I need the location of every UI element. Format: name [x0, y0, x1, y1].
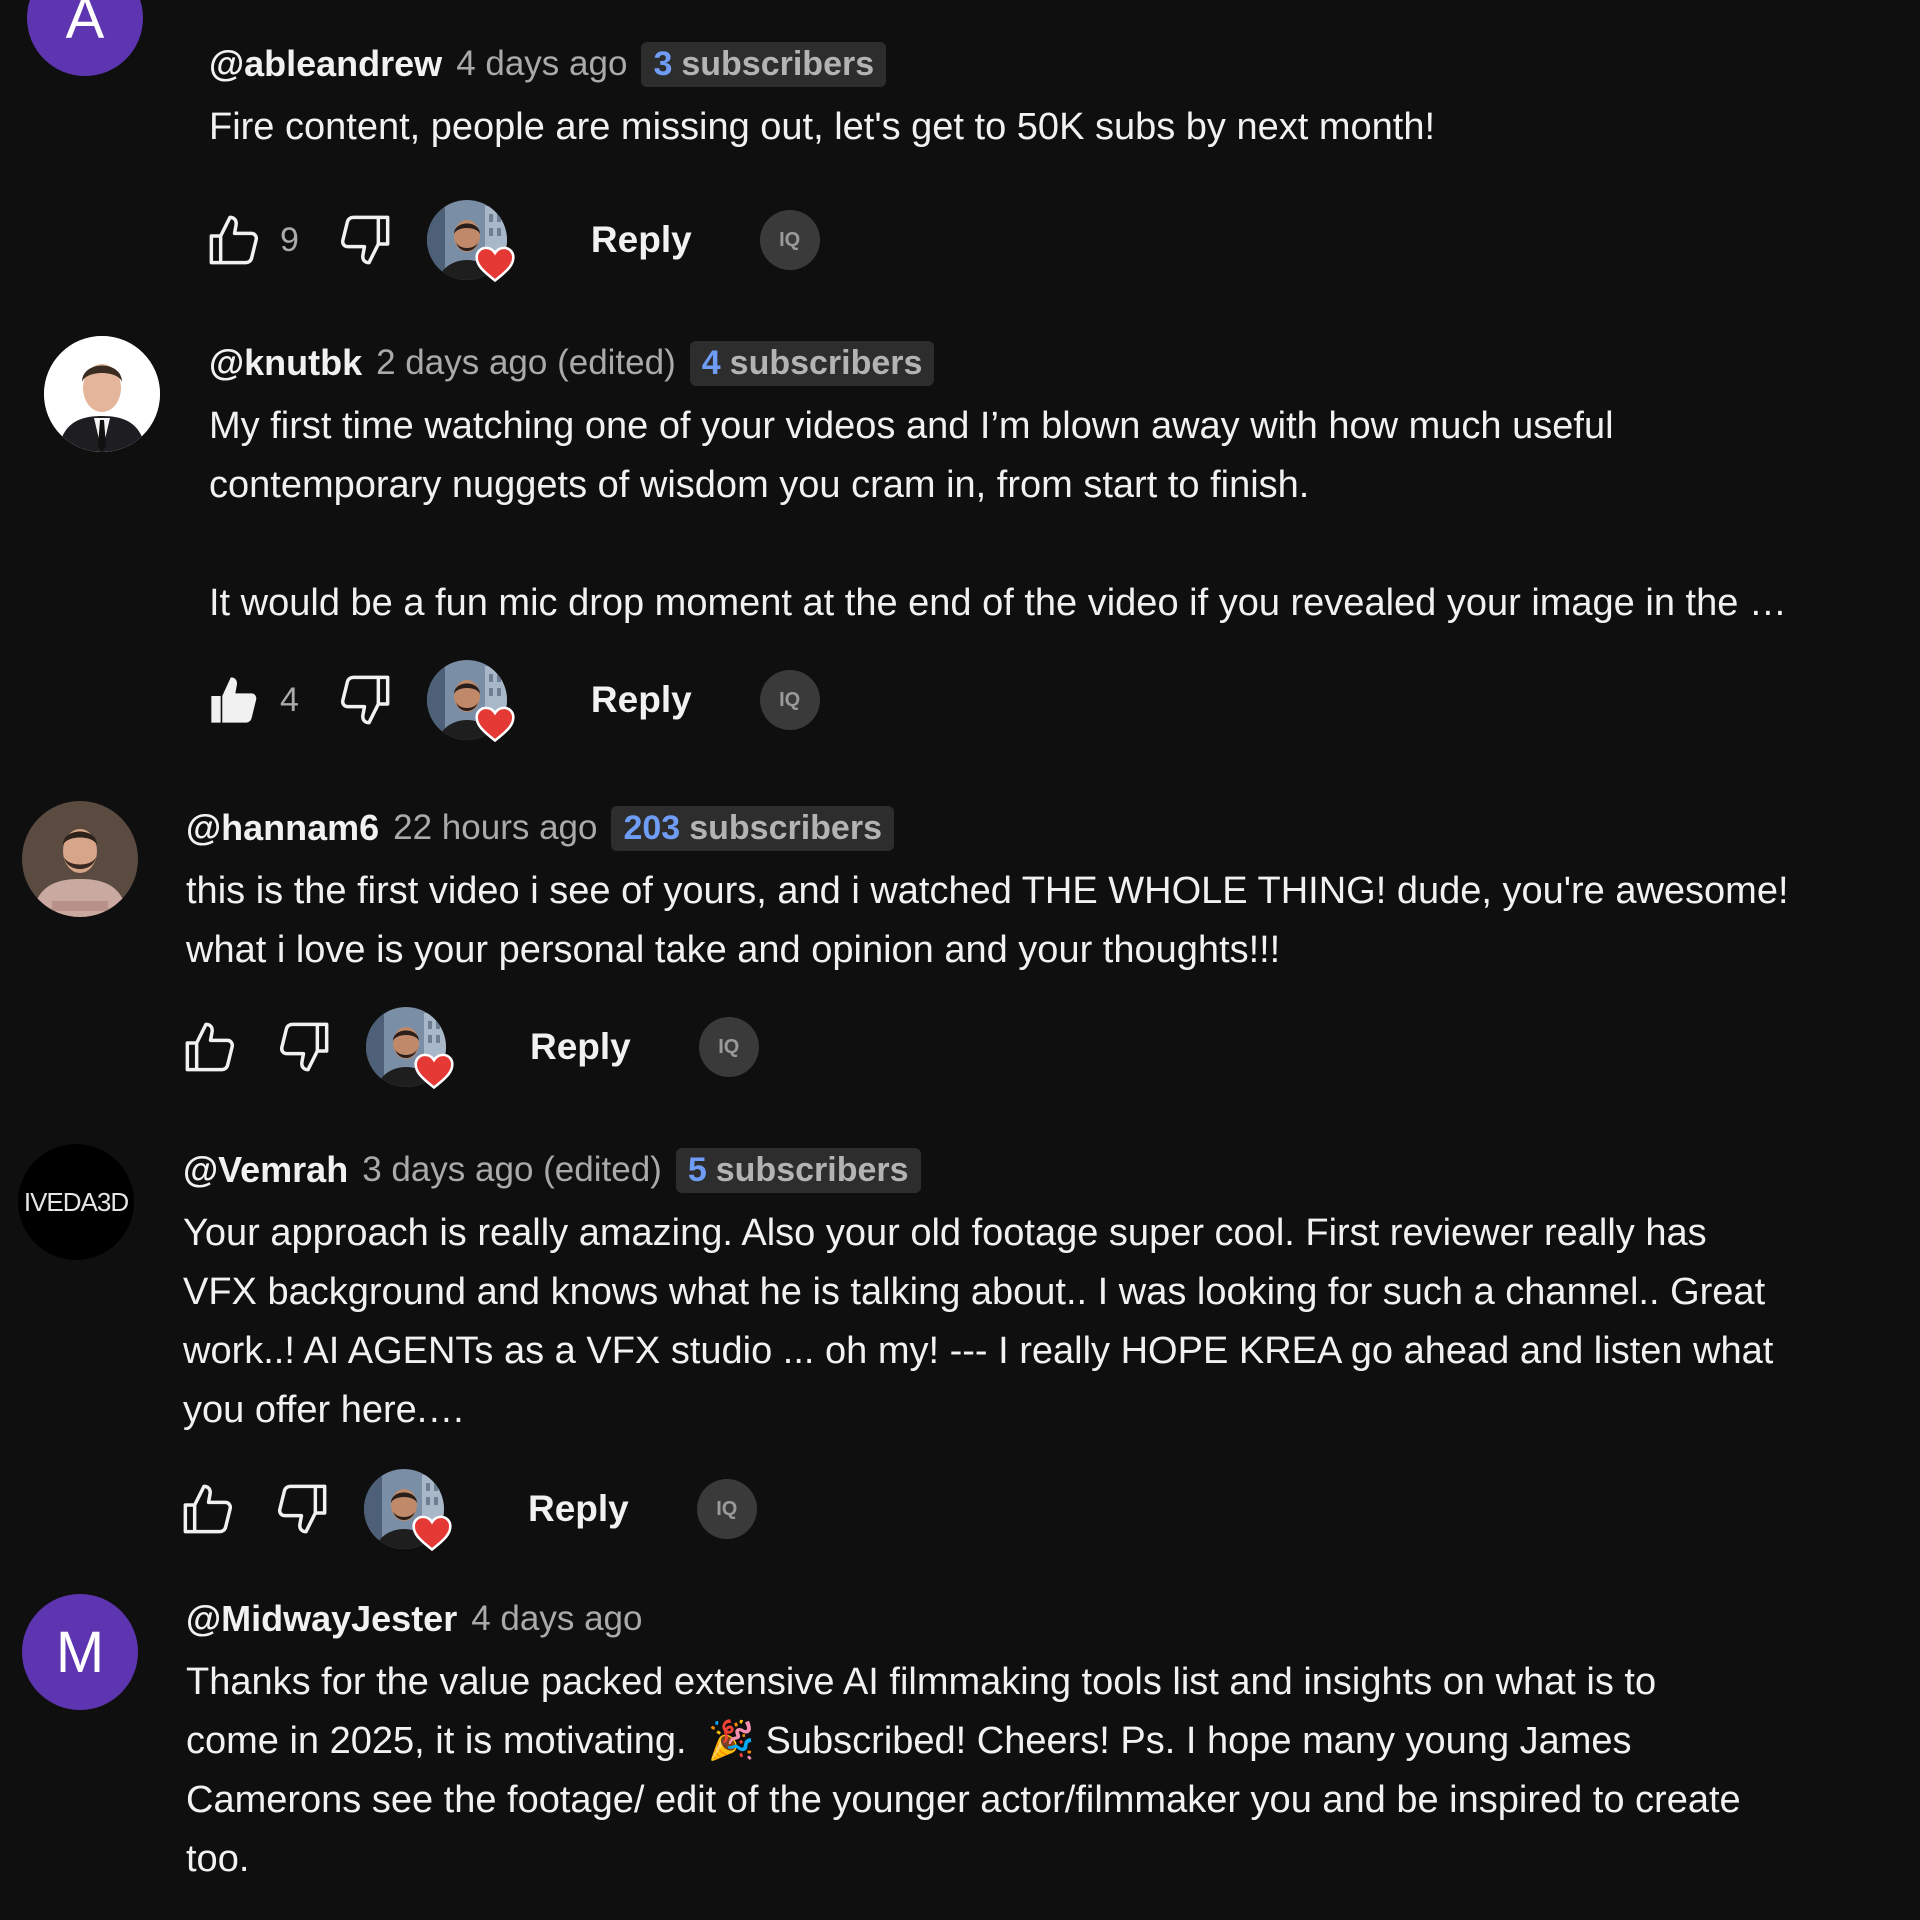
comment-text: Thanks for the value packed extensive AI… [186, 1661, 1741, 1880]
dislike-button[interactable] [272, 1015, 336, 1079]
comment-body: @ableandrew 4 days ago 3 subscribers Fire… [209, 40, 1896, 157]
subscriber-label: subscribers [689, 808, 882, 847]
thumb-down-icon [333, 208, 397, 272]
like-count: 4 [280, 680, 299, 719]
subscriber-badge: 4 subscribers [689, 340, 935, 386]
extension-icon[interactable]: IQ [759, 210, 820, 270]
subscriber-label: subscribers [681, 44, 875, 83]
comment-text: Fire content, people are missing out, le… [209, 106, 1436, 148]
extension-icon[interactable]: IQ [698, 1017, 759, 1077]
comment-actions: Reply IQ [176, 1469, 757, 1549]
extension-icon[interactable]: IQ [759, 670, 820, 730]
thumb-up-icon [176, 1477, 240, 1541]
heart-icon [473, 242, 517, 286]
subscriber-label: subscribers [715, 1150, 909, 1189]
like-button[interactable] [202, 668, 266, 732]
comment-time[interactable]: 4 days ago [471, 1599, 642, 1639]
extension-icon[interactable]: IQ [696, 1479, 757, 1539]
subscriber-badge: 3 subscribers [641, 41, 887, 87]
comment-header: @MidwayJester 4 days ago [186, 1595, 1896, 1643]
avatar-letter: M [55, 1619, 105, 1685]
thumb-down-icon [270, 1477, 334, 1541]
thumb-down-icon [272, 1015, 336, 1079]
comment-header: @Vemrah 3 days ago (edited) 5 subscribers [183, 1146, 1896, 1194]
reply-button[interactable]: Reply [591, 219, 692, 261]
heart-icon [473, 702, 517, 746]
subscriber-count: 5 [687, 1150, 707, 1189]
avatar[interactable]: IVEDA3D [18, 1144, 134, 1260]
like-button[interactable] [176, 1477, 240, 1541]
author-name[interactable]: @ableandrew [209, 43, 442, 85]
dislike-button[interactable] [333, 668, 397, 732]
comment-text: this is the first video i see of yours, … [186, 870, 1789, 971]
creator-heart [427, 660, 507, 740]
thumb-up-icon [178, 1015, 242, 1079]
like-count: 9 [280, 220, 299, 259]
subscriber-badge: 5 subscribers [675, 1147, 921, 1193]
comment-header: @hannam6 22 hours ago 203 subscribers [186, 804, 1896, 852]
like-button[interactable] [202, 208, 266, 272]
thumb-up-filled-icon [202, 668, 266, 732]
comment-body: @knutbk 2 days ago (edited) 4 subscribers… [209, 339, 1896, 633]
creator-heart [366, 1007, 446, 1087]
subscriber-count: 3 [653, 44, 673, 83]
comment-time[interactable]: 4 days ago [456, 44, 627, 84]
avatar[interactable] [22, 801, 138, 917]
thumb-down-icon [333, 668, 397, 732]
author-name[interactable]: @knutbk [209, 342, 362, 384]
reply-button[interactable]: Reply [530, 1026, 631, 1068]
comment-actions: Reply IQ [178, 1007, 759, 1087]
comment-header: @knutbk 2 days ago (edited) 4 subscribers [209, 339, 1896, 387]
avatar-photo [44, 336, 160, 452]
avatar[interactable]: A [27, 0, 143, 76]
author-name[interactable]: @hannam6 [186, 807, 379, 849]
dislike-button[interactable] [270, 1477, 334, 1541]
heart-icon [410, 1511, 454, 1555]
reply-button[interactable]: Reply [528, 1488, 629, 1530]
comment-text: Your approach is really amazing. Also yo… [183, 1212, 1774, 1431]
dislike-button[interactable] [333, 208, 397, 272]
subscriber-count: 4 [701, 343, 721, 382]
comment-actions: 4 Reply IQ [202, 660, 820, 740]
avatar-text: IVEDA3D [23, 1186, 129, 1217]
comment-body: @hannam6 22 hours ago 203 subscribers thi… [186, 804, 1896, 980]
comment-body: @MidwayJester 4 days ago Thanks for the … [186, 1595, 1896, 1889]
author-name[interactable]: @Vemrah [183, 1149, 348, 1191]
subscriber-label: subscribers [729, 343, 923, 382]
creator-heart [427, 200, 507, 280]
comment-time[interactable]: 3 days ago (edited) [362, 1150, 662, 1190]
avatar[interactable]: M [22, 1594, 138, 1710]
comment-time[interactable]: 22 hours ago [393, 808, 597, 848]
subscriber-badge: 203 subscribers [611, 805, 894, 851]
comment-actions: 9 Reply IQ [202, 200, 820, 280]
heart-icon [412, 1049, 456, 1093]
comment-text: My first time watching one of your video… [209, 405, 1787, 624]
avatar[interactable] [44, 336, 160, 452]
thumb-up-icon [202, 208, 266, 272]
comment-body: @Vemrah 3 days ago (edited) 5 subscribers… [183, 1146, 1896, 1440]
creator-heart [364, 1469, 444, 1549]
reply-button[interactable]: Reply [591, 679, 692, 721]
avatar-photo [22, 801, 138, 917]
like-button[interactable] [178, 1015, 242, 1079]
comment-time[interactable]: 2 days ago (edited) [376, 343, 676, 383]
comment-header: @ableandrew 4 days ago 3 subscribers [209, 40, 1896, 88]
author-name[interactable]: @MidwayJester [186, 1598, 457, 1640]
avatar-letter: A [65, 0, 105, 51]
subscriber-count: 203 [623, 808, 681, 847]
